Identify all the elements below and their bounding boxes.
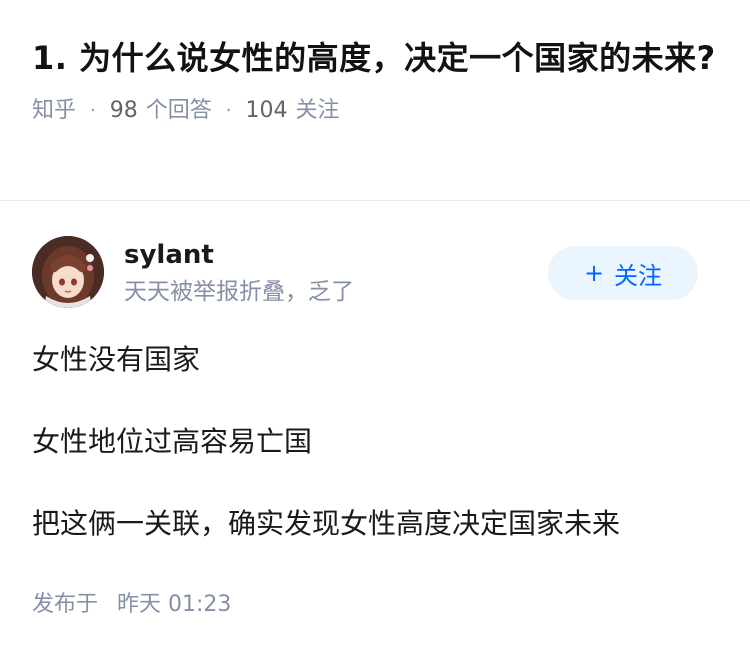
- question-header: 1. 为什么说女性的高度，决定一个国家的未来? 知乎 · 98 个回答 · 10…: [32, 34, 722, 126]
- follow-button-label: 关注: [614, 261, 663, 290]
- plus-icon: +: [583, 259, 605, 287]
- publish-info: 发布于 昨天 01:23: [32, 590, 231, 620]
- answer-content: 女性没有国家 女性地位过高容易亡国 把这俩一关联，确实发现女性高度决定国家未来: [32, 340, 722, 544]
- author-name[interactable]: sylant: [124, 238, 214, 272]
- author-bio: 天天被举报折叠，乏了: [124, 279, 354, 305]
- question-meta: 知乎 · 98 个回答 · 104 关注: [32, 96, 722, 126]
- publish-time: 昨天 01:23: [117, 592, 232, 617]
- followers-label: 关注: [295, 98, 340, 123]
- anime-avatar-icon: [32, 236, 104, 308]
- source-label: 知乎: [32, 98, 77, 123]
- answer-paragraph: 把这俩一关联，确实发现女性高度决定国家未来: [32, 507, 621, 540]
- follow-button[interactable]: + 关注: [548, 246, 698, 300]
- publish-label: 发布于: [32, 592, 99, 617]
- answers-label: 个回答: [145, 98, 212, 123]
- answers-count: 98: [109, 98, 138, 123]
- avatar[interactable]: [32, 236, 104, 308]
- answer-paragraph: 女性地位过高容易亡国: [32, 425, 313, 458]
- section-divider: [0, 200, 750, 201]
- followers-count: 104: [245, 98, 288, 123]
- question-title[interactable]: 1. 为什么说女性的高度，决定一个国家的未来?: [32, 34, 722, 82]
- author-info: sylant 天天被举报折叠，乏了 + 关注: [32, 236, 718, 308]
- meta-separator: ·: [90, 100, 96, 121]
- answer-paragraph: 女性没有国家: [32, 343, 201, 376]
- meta-separator: ·: [225, 100, 232, 121]
